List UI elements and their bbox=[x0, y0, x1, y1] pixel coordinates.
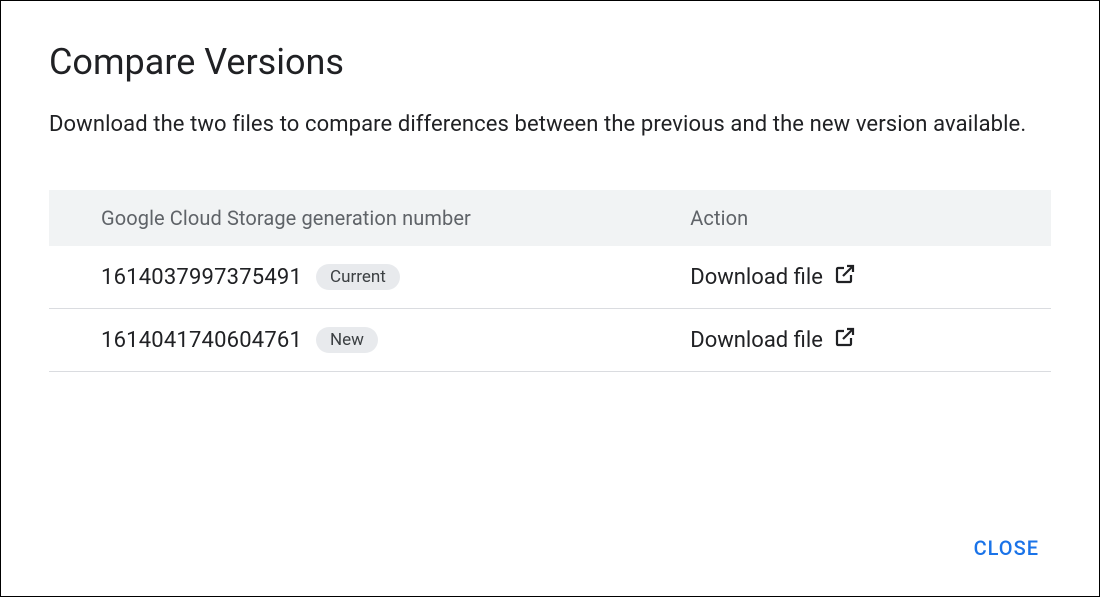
header-action: Action bbox=[690, 190, 1051, 246]
download-file-link[interactable]: Download file bbox=[690, 325, 857, 355]
close-button[interactable]: CLOSE bbox=[962, 528, 1051, 568]
dialog-title: Compare Versions bbox=[49, 41, 1051, 83]
generation-number: 1614041740604761 bbox=[101, 328, 302, 353]
generation-number: 1614037997375491 bbox=[101, 265, 302, 290]
compare-versions-dialog: Compare Versions Download the two files … bbox=[1, 1, 1099, 372]
versions-table: Google Cloud Storage generation number A… bbox=[49, 190, 1051, 372]
table-header: Google Cloud Storage generation number A… bbox=[49, 190, 1051, 246]
table-row: 1614037997375491 Current Download file bbox=[49, 246, 1051, 309]
header-generation: Google Cloud Storage generation number bbox=[49, 190, 690, 246]
open-in-new-icon bbox=[833, 262, 857, 292]
version-badge-new: New bbox=[316, 327, 378, 353]
table-row: 1614041740604761 New Download file bbox=[49, 309, 1051, 372]
version-badge-current: Current bbox=[316, 264, 400, 290]
generation-cell: 1614041740604761 New bbox=[101, 327, 690, 353]
download-link-label: Download file bbox=[690, 265, 823, 290]
download-file-link[interactable]: Download file bbox=[690, 262, 857, 292]
download-link-label: Download file bbox=[690, 328, 823, 353]
open-in-new-icon bbox=[833, 325, 857, 355]
dialog-description: Download the two files to compare differ… bbox=[49, 107, 1051, 142]
generation-cell: 1614037997375491 Current bbox=[101, 264, 690, 290]
dialog-footer: CLOSE bbox=[962, 528, 1051, 568]
